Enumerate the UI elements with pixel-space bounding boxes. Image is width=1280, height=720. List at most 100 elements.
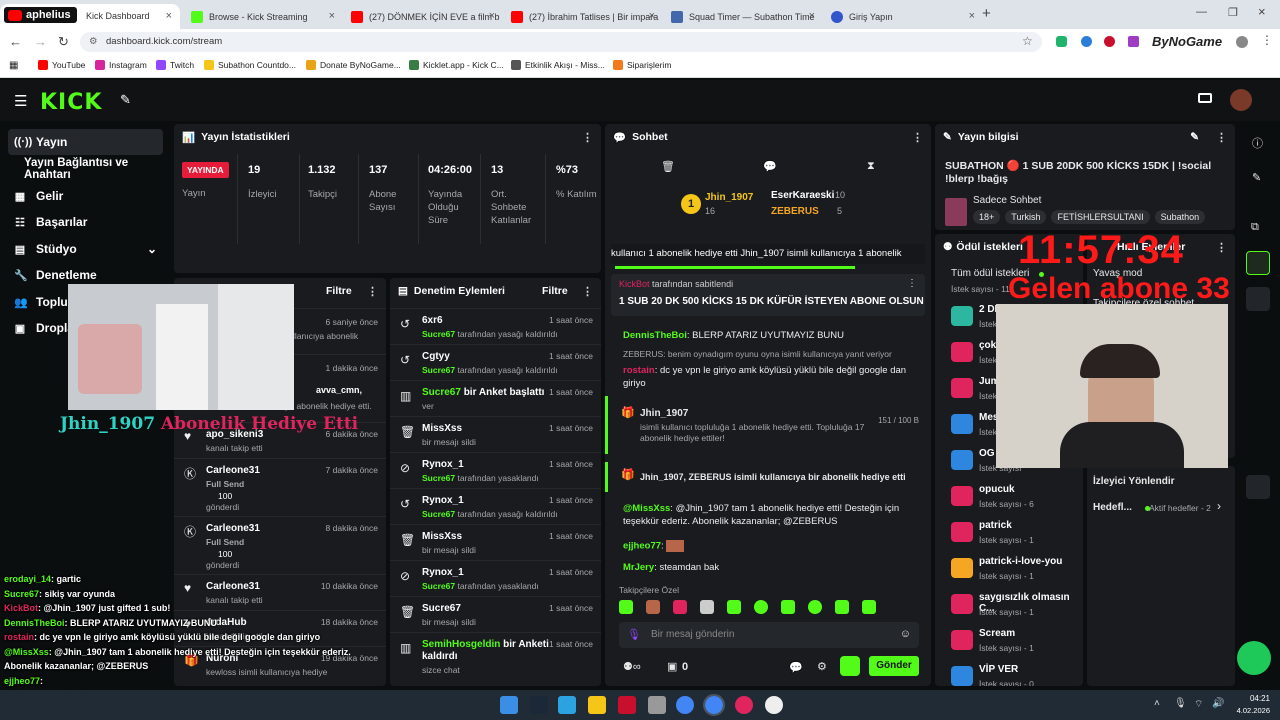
chat-bubble-icon[interactable]: 💬: [789, 661, 803, 674]
chat-username[interactable]: @MissXss: [623, 503, 670, 514]
screen-icon[interactable]: ⧉: [1251, 221, 1259, 234]
chat-username[interactable]: rostain: [623, 365, 655, 376]
emote[interactable]: [835, 600, 849, 614]
send-button[interactable]: Gönder: [869, 656, 919, 676]
chat-username[interactable]: MrJery: [623, 562, 654, 573]
stream-preview-icon[interactable]: [1198, 93, 1212, 103]
bookmark-twitch[interactable]: Twitch: [156, 60, 194, 70]
more-icon[interactable]: ⋮: [582, 131, 593, 144]
emote[interactable]: [646, 600, 660, 614]
sidebar-item-achievements[interactable]: ☷ Başarılar: [8, 209, 163, 235]
tag[interactable]: Subathon: [1154, 210, 1206, 224]
filter-button[interactable]: Filtre: [542, 285, 568, 297]
kick-logo[interactable]: KICK: [40, 90, 102, 115]
chevron-down-icon[interactable]: ⌄: [147, 242, 157, 256]
bookmark-siparislerim[interactable]: Siparişlerim: [613, 60, 671, 70]
site-info-icon[interactable]: ⚙: [89, 32, 98, 52]
emoji-icon[interactable]: ☺: [900, 628, 911, 640]
mic-icon[interactable]: 🎙: [1174, 698, 1187, 709]
close-icon[interactable]: ×: [166, 10, 172, 22]
reward-item[interactable]: VİP VER İstek sayısı - 0: [935, 662, 1083, 686]
app-icon[interactable]: [558, 696, 576, 714]
bookmark-youtube[interactable]: YouTube: [38, 60, 85, 70]
apps-grid-icon[interactable]: ▦: [9, 60, 18, 71]
wifi-icon[interactable]: ⌔: [1194, 698, 1203, 711]
bookmark-kicklet[interactable]: Kicklet.app - Kick C...: [409, 60, 504, 70]
maximize-button[interactable]: ❐: [1228, 6, 1238, 19]
tab-youtube-film[interactable]: (27) DÖNMEK İÇİN EVE a film b ×: [343, 4, 503, 29]
more-icon[interactable]: ⋮: [912, 131, 923, 144]
more-icon[interactable]: ⋮: [367, 285, 378, 298]
extension-icon[interactable]: [1128, 36, 1139, 47]
gift-box-icon[interactable]: ▣: [667, 660, 677, 673]
sidebar-item-revenue[interactable]: ▦ Gelir: [8, 183, 163, 209]
bookmark-instagram[interactable]: Instagram: [95, 60, 147, 70]
chevron-up-icon[interactable]: ˄: [1154, 698, 1160, 709]
points-icon[interactable]: ⚉∞: [623, 660, 641, 673]
tag[interactable]: Turkish: [1005, 210, 1047, 224]
extension-icon[interactable]: [1056, 36, 1067, 47]
bolt-button[interactable]: [1246, 251, 1270, 275]
pencil-icon[interactable]: ✎: [1252, 171, 1261, 184]
reward-item[interactable]: patrick İstek sayısı - 1: [935, 518, 1083, 554]
goals-label[interactable]: Hedefl...: [1093, 502, 1132, 513]
minimize-button[interactable]: —: [1196, 6, 1207, 18]
extension-icon[interactable]: [1104, 36, 1115, 47]
edit-icon[interactable]: ✎: [1190, 131, 1199, 143]
chat-icon[interactable]: 💬: [763, 160, 777, 173]
emote[interactable]: [754, 600, 768, 614]
bookmark-donate[interactable]: Donate ByNoGame...: [306, 60, 401, 70]
more-icon[interactable]: ⋮: [1216, 241, 1227, 254]
pin-icon[interactable]: ✎: [120, 92, 131, 108]
bookmark-etkinlik[interactable]: Etkinlik Akışı - Miss...: [511, 60, 605, 70]
obs-icon[interactable]: [765, 696, 783, 714]
chat-input[interactable]: 🎙 Bir mesaj gönderin ☺: [619, 622, 919, 648]
more-icon[interactable]: ⋮: [1261, 33, 1273, 47]
tag[interactable]: FETİSHLERSULTANI: [1051, 210, 1150, 224]
close-window-button[interactable]: ×: [1258, 4, 1266, 19]
close-icon[interactable]: ×: [489, 10, 495, 22]
close-icon[interactable]: ×: [329, 10, 335, 22]
more-icon[interactable]: ⋮: [1216, 131, 1227, 144]
reward-item[interactable]: patrick-i-love-you İstek sayısı - 1: [935, 554, 1083, 590]
filter-button[interactable]: Filtre: [326, 285, 352, 297]
tab-browse-kick[interactable]: Browse - Kick Streaming ×: [183, 4, 343, 29]
volume-icon[interactable]: 🔊: [1212, 698, 1224, 709]
tab-youtube-tatlises[interactable]: (27) İbrahim Tatlises | Bir impara ×: [503, 4, 663, 29]
emote[interactable]: [700, 600, 714, 614]
tag[interactable]: 18+: [973, 210, 1001, 224]
sidebar-item-studio[interactable]: ▤ Stüdyo ⌄: [8, 236, 163, 262]
support-button[interactable]: [1237, 641, 1271, 675]
close-icon[interactable]: ×: [969, 10, 975, 22]
emote[interactable]: [727, 600, 741, 614]
forward-icon[interactable]: →: [34, 34, 47, 49]
app-icon[interactable]: [648, 696, 666, 714]
more-icon[interactable]: ⋮: [582, 285, 593, 298]
avatar[interactable]: [1230, 89, 1252, 111]
chat-username[interactable]: DennisTheBoi: [623, 330, 687, 341]
avatar[interactable]: [1236, 36, 1248, 48]
more-icon[interactable]: ⋮: [907, 278, 917, 289]
bookmark-star-icon[interactable]: ☆: [1022, 34, 1033, 48]
tab-squad-timer[interactable]: Squad Timer — Subathon Time ×: [663, 4, 823, 29]
chrome-icon[interactable]: [676, 696, 694, 714]
emote[interactable]: [862, 600, 876, 614]
reload-icon[interactable]: ↻: [58, 34, 69, 50]
kicks-button[interactable]: [840, 656, 860, 676]
new-tab-button[interactable]: +: [982, 5, 991, 22]
app-icon[interactable]: [735, 696, 753, 714]
emote[interactable]: [808, 600, 822, 614]
extension-icon[interactable]: [1081, 36, 1092, 47]
reward-item[interactable]: Scream İstek sayısı - 1: [935, 626, 1083, 662]
emote[interactable]: [781, 600, 795, 614]
bookmark-subathon[interactable]: Subathon Countdo...: [204, 60, 296, 70]
windows-start-icon[interactable]: [500, 696, 518, 714]
folder-icon[interactable]: [588, 696, 606, 714]
document-button[interactable]: [1246, 287, 1270, 311]
back-icon[interactable]: ←: [9, 34, 22, 49]
emote[interactable]: [673, 600, 687, 614]
url-input[interactable]: ⚙ dashboard.kick.com/stream: [80, 32, 1042, 52]
community-button[interactable]: [1246, 475, 1270, 499]
chat-username[interactable]: ejjheo77: [623, 541, 661, 552]
chevron-right-icon[interactable]: ›: [1217, 499, 1221, 513]
